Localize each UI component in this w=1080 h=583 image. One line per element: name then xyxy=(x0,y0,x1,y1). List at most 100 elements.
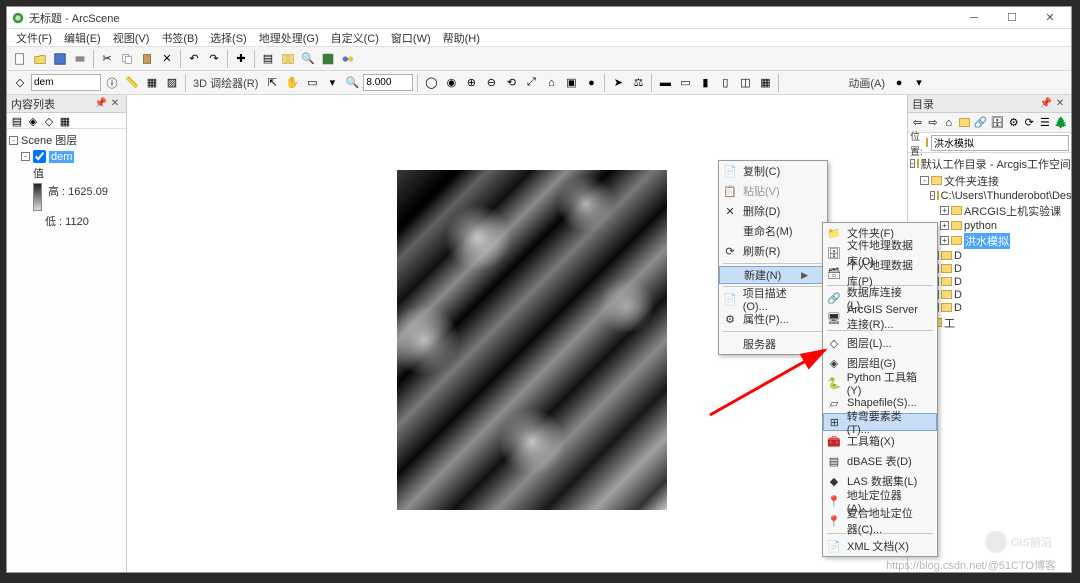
open-icon[interactable] xyxy=(31,50,49,68)
ctx-rename[interactable]: 重命名(M) xyxy=(719,221,827,241)
menu-bookmark[interactable]: 书签(B) xyxy=(156,30,203,46)
new-dbase[interactable]: ▤dBASE 表(D) xyxy=(823,451,937,471)
cat-folder-icon[interactable] xyxy=(957,115,972,131)
new-dataset[interactable]: ⊞转弯要素类(T)... xyxy=(823,413,937,431)
new-pytool[interactable]: 🐍Python 工具箱(Y) xyxy=(823,373,937,393)
cat-refresh-icon[interactable]: ⟳ xyxy=(1022,115,1037,131)
add-data-icon[interactable]: ✚ xyxy=(232,50,250,68)
ctx-delete[interactable]: ✕删除(D) xyxy=(719,201,827,221)
toc-scene[interactable]: Scene 图层 xyxy=(21,132,77,148)
new-pgdb[interactable]: 🗃个人地理数据库(P) xyxy=(823,263,937,283)
window-icon-3[interactable]: ▮ xyxy=(696,74,714,92)
expand-icon[interactable]: + xyxy=(940,236,949,245)
save-icon[interactable] xyxy=(51,50,69,68)
undo-icon[interactable]: ↶ xyxy=(185,50,203,68)
scale-icon[interactable]: ⚖ xyxy=(629,74,647,92)
expand-icon[interactable]: - xyxy=(920,176,929,185)
tool-i[interactable]: ● xyxy=(582,74,600,92)
nav-icon[interactable]: ⇱ xyxy=(263,74,281,92)
chevron-down-icon[interactable]: ▾ xyxy=(323,74,341,92)
cat-conn-icon[interactable]: 🔗 xyxy=(973,115,989,131)
tree-arcgis[interactable]: ARCGIS上机实验课 xyxy=(964,203,1061,219)
tree-d2[interactable]: D xyxy=(954,263,962,275)
window-icon-2[interactable]: ▭ xyxy=(676,74,694,92)
pan-icon[interactable]: ✋ xyxy=(283,74,301,92)
tool-b[interactable]: ◉ xyxy=(442,74,460,92)
tool-f[interactable]: ⤢ xyxy=(522,74,540,92)
modelbuilder-icon[interactable] xyxy=(339,50,357,68)
python-icon[interactable] xyxy=(319,50,337,68)
new-doc-icon[interactable] xyxy=(11,50,29,68)
window-icon-5[interactable]: ◫ xyxy=(736,74,754,92)
menu-select[interactable]: 选择(S) xyxy=(205,30,252,46)
maximize-button[interactable]: ☐ xyxy=(995,10,1029,26)
tree-d3[interactable]: D xyxy=(954,276,962,288)
identify-icon[interactable]: ⓘ xyxy=(103,74,121,92)
new-xml[interactable]: 📄XML 文档(X) xyxy=(823,536,937,556)
toc-view-icon-2[interactable]: ◈ xyxy=(26,114,40,128)
measure-icon[interactable]: 📏 xyxy=(123,74,141,92)
panel-close-icon[interactable]: ✕ xyxy=(1053,97,1067,111)
close-button[interactable]: ✕ xyxy=(1033,10,1067,26)
ctx-itemdesc[interactable]: 📄项目描述(O)... xyxy=(719,289,827,309)
cat-tree-icon[interactable]: 🌲 xyxy=(1053,115,1069,131)
expand-icon[interactable]: - xyxy=(910,159,915,168)
toc-view-icon-4[interactable]: ▦ xyxy=(58,114,72,128)
expand-icon[interactable]: - xyxy=(9,136,18,145)
search-icon[interactable]: 🔍 xyxy=(299,50,317,68)
pin-icon[interactable]: 📌 xyxy=(94,97,108,111)
location-input[interactable] xyxy=(931,135,1069,151)
menu-edit[interactable]: 编辑(E) xyxy=(59,30,106,46)
tool-d[interactable]: ⊖ xyxy=(482,74,500,92)
toc-view-icon-1[interactable]: ▤ xyxy=(10,114,24,128)
cat-fwd-icon[interactable]: ⇨ xyxy=(926,115,941,131)
window-icon-4[interactable]: ▯ xyxy=(716,74,734,92)
copy-icon[interactable] xyxy=(118,50,136,68)
cat-list-icon[interactable]: ☰ xyxy=(1038,115,1053,131)
pin-icon[interactable]: 📌 xyxy=(1039,97,1053,111)
new-toolbox[interactable]: 🧰工具箱(X) xyxy=(823,431,937,451)
tree-folders[interactable]: 文件夹连接 xyxy=(944,173,999,189)
expand-icon[interactable]: - xyxy=(21,152,30,161)
ctx-refresh[interactable]: ⟳刷新(R) xyxy=(719,241,827,261)
layer-combo[interactable] xyxy=(31,74,101,91)
anim-label[interactable]: 动画(A) xyxy=(845,75,888,91)
delete-icon[interactable]: ✕ xyxy=(158,50,176,68)
anim-record-icon[interactable]: ● xyxy=(890,74,908,92)
cat-gdb-icon[interactable]: 🗄 xyxy=(989,115,1005,131)
pointer-icon[interactable]: ➤ xyxy=(609,74,627,92)
toc-icon[interactable]: ▤ xyxy=(259,50,277,68)
select-icon[interactable]: ▭ xyxy=(303,74,321,92)
tree-d4[interactable]: D xyxy=(954,289,962,301)
menu-window[interactable]: 窗口(W) xyxy=(386,30,436,46)
tool-a[interactable]: ◯ xyxy=(422,74,440,92)
panel-close-icon[interactable]: ✕ xyxy=(108,97,122,111)
ctx-props[interactable]: ⚙属性(P)... xyxy=(719,309,827,329)
new-compaddr[interactable]: 📍复合地址定位器(C)... xyxy=(823,511,937,531)
catalog-icon[interactable] xyxy=(279,50,297,68)
misc-icon-2[interactable]: ▨ xyxy=(163,74,181,92)
expand-icon[interactable]: + xyxy=(940,221,949,230)
ctx-new[interactable]: 新建(N)▶ xyxy=(719,266,827,284)
cut-icon[interactable]: ✂ xyxy=(98,50,116,68)
tree-root[interactable]: 默认工作目录 - Arcgis工作空间 xyxy=(921,156,1071,172)
toc-layer[interactable]: dem xyxy=(49,151,74,163)
redo-icon[interactable]: ↷ xyxy=(205,50,223,68)
ctx-service[interactable]: 服务器 xyxy=(719,334,827,354)
cat-home-icon[interactable]: ⌂ xyxy=(941,115,956,131)
cat-toggle-icon[interactable]: ⚙ xyxy=(1006,115,1021,131)
layer-icon[interactable]: ◇ xyxy=(11,74,29,92)
layer-checkbox[interactable] xyxy=(33,150,46,163)
misc-icon-1[interactable]: ▦ xyxy=(143,74,161,92)
menu-help[interactable]: 帮助(H) xyxy=(438,30,485,46)
expand-icon[interactable]: - xyxy=(930,191,935,200)
minimize-button[interactable]: ─ xyxy=(957,10,991,26)
tree-python[interactable]: python xyxy=(964,220,997,232)
zoom-input[interactable] xyxy=(363,74,413,91)
tool-h[interactable]: ▣ xyxy=(562,74,580,92)
tree-d5[interactable]: D xyxy=(954,302,962,314)
window-icon-1[interactable]: ▬ xyxy=(656,74,674,92)
tree-d1[interactable]: D xyxy=(954,250,962,262)
ctx-copy[interactable]: 📄复制(C) xyxy=(719,161,827,181)
toc-view-icon-3[interactable]: ◇ xyxy=(42,114,56,128)
